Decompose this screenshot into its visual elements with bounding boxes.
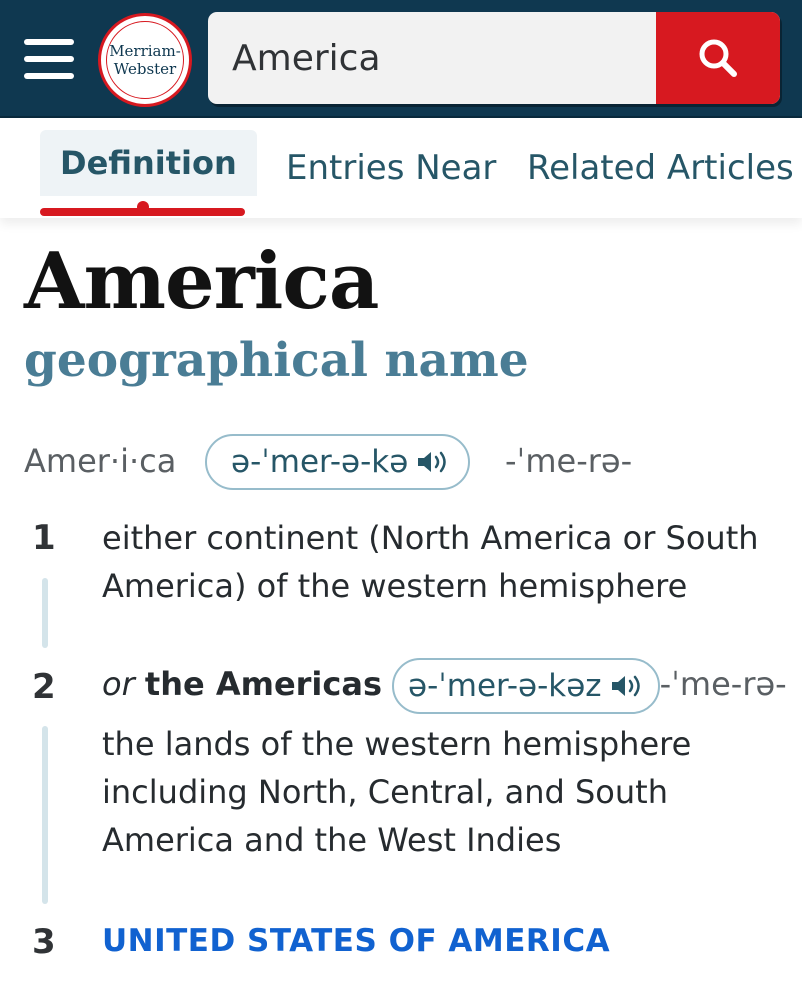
headword: America bbox=[24, 236, 379, 327]
logo-line-1: Merriam- bbox=[109, 42, 181, 60]
pronunciation-text: ə-ˈmer-ə-kə bbox=[231, 444, 409, 480]
hamburger-menu-icon[interactable] bbox=[24, 39, 74, 79]
sense-number-3: 3 bbox=[32, 922, 56, 962]
pronunciation-audio-button[interactable]: ə-ˈmer-ə-kə bbox=[205, 434, 471, 490]
merriam-webster-logo[interactable]: Merriam- Webster bbox=[98, 13, 192, 107]
sense-number-1: 1 bbox=[32, 518, 56, 558]
entry-tabs: Definition Entries Near Related Articles bbox=[0, 118, 802, 218]
sense-divider-1 bbox=[42, 578, 48, 648]
syllabification: Amer·i·ca bbox=[24, 442, 177, 480]
magnifier-icon bbox=[699, 39, 737, 77]
variant-pronunciation-text: ə-ˈmer-ə-kəz bbox=[408, 668, 602, 704]
sense-number-2: 2 bbox=[32, 667, 56, 707]
active-tab-notch bbox=[137, 201, 149, 213]
alternate-pronunciation: -ˈme-rə- bbox=[505, 442, 633, 480]
tab-entries-near[interactable]: Entries Near bbox=[286, 118, 496, 218]
variant-term: the Americas bbox=[144, 665, 382, 703]
search-input[interactable] bbox=[208, 12, 654, 104]
tab-related-articles[interactable]: Related Articles bbox=[527, 118, 794, 218]
pronunciation-row: Amer·i·ca ə-ˈmer-ə-kə -ˈme-rə- bbox=[24, 432, 794, 492]
variant-pronunciation-audio-button[interactable]: ə-ˈmer-ə-kəz bbox=[392, 658, 660, 714]
top-header: Merriam- Webster bbox=[0, 0, 802, 118]
sense-2-definition: the lands of the western hemisphere incl… bbox=[102, 725, 692, 859]
speaker-icon bbox=[416, 449, 450, 475]
logo-text: Merriam- Webster bbox=[106, 21, 184, 99]
sense-2-variant-line: or the Americas ə-ˈmer-ə-kəz -ˈme-rə- bbox=[102, 658, 802, 714]
variant-alt-pronunciation: -ˈme-rə- bbox=[659, 665, 787, 703]
crossref-link-united-states-of-america[interactable]: UNITED STATES OF AMERICA bbox=[102, 923, 610, 959]
sense-divider-2 bbox=[42, 726, 48, 904]
speaker-icon bbox=[610, 673, 644, 699]
search-box bbox=[208, 12, 780, 104]
search-button[interactable] bbox=[656, 12, 780, 104]
variant-prefix: or bbox=[102, 665, 135, 703]
sense-3-line: UNITED STATES OF AMERICA bbox=[102, 916, 782, 965]
tab-definition[interactable]: Definition bbox=[40, 130, 257, 196]
part-of-speech: geographical name bbox=[24, 333, 529, 388]
logo-line-2: Webster bbox=[113, 60, 177, 78]
sense-1-definition: either continent (North America or South… bbox=[102, 519, 759, 605]
